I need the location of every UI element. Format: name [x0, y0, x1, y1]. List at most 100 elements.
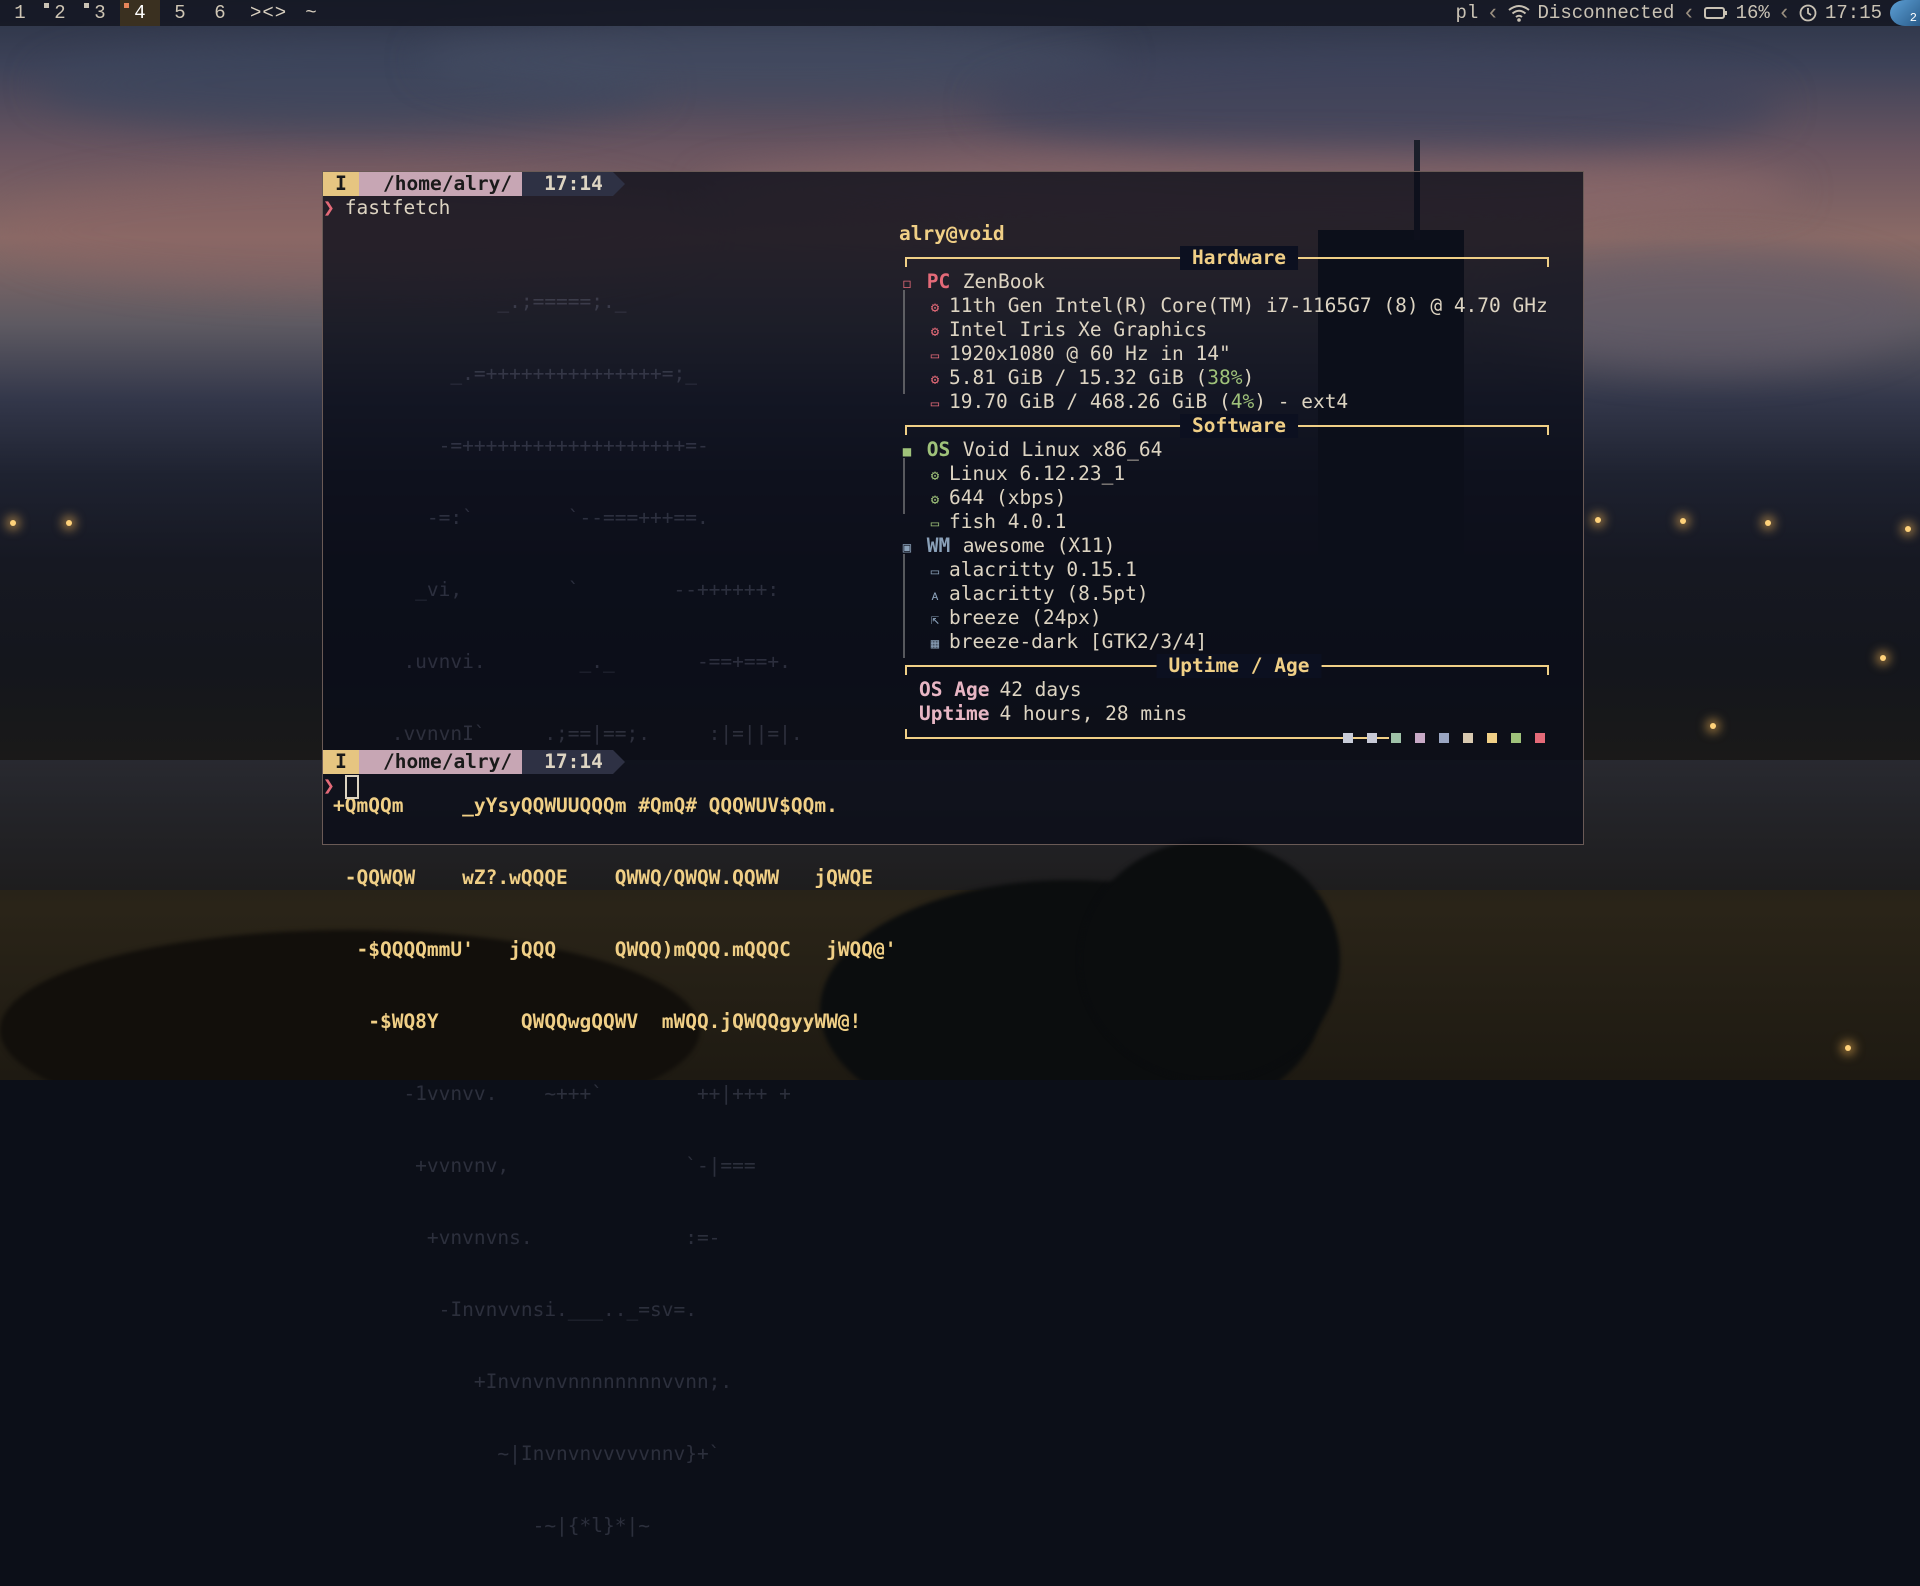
section-header-software: Software [899, 414, 1579, 438]
terminal-window[interactable]: I /home/alry/ 17:14 ❯ fastfetch _.;=====;… [322, 171, 1584, 1537]
avatar-badge: 2 [1909, 11, 1917, 25]
battery-widget[interactable]: 16% [1703, 2, 1770, 24]
kernel-icon: ⚙ [930, 468, 940, 484]
tag-1[interactable]: 1 [0, 0, 40, 26]
section-header-hardware: Hardware [899, 246, 1579, 270]
prompt-directory: /home/alry/ [359, 750, 535, 774]
software-group: ■ OS Void Linux x86_64 ⚙ Linux 6.12.23_1 ⚙… [899, 438, 1579, 534]
palette-swatch [1415, 733, 1425, 743]
cpu-value: 11th Gen Intel(R) Core(TM) i7-1165G7 (8)… [949, 294, 1548, 317]
wm-group: ▣ WM awesome (X11) ▭ alacritty 0.15.1 ᴀ ala… [899, 534, 1579, 658]
separator-chevron: ‹ [1486, 0, 1500, 26]
vi-mode-indicator: I [323, 172, 371, 196]
pc-value: ZenBook [962, 270, 1045, 293]
ascii-line: +Invnvnvnnnnnnnnvvnn;. [333, 1370, 733, 1393]
separator-chevron: ‹ [1682, 0, 1696, 26]
ascii-line: -=:` `--===+++==. [333, 506, 709, 529]
wm-key: WM [926, 534, 951, 557]
battery-percent: 16% [1735, 2, 1770, 24]
display-icon: ▭ [930, 348, 940, 364]
hardware-group: ◻ PC ZenBook ⚙ 11th Gen Intel(R) Core(TM) … [899, 270, 1579, 414]
ascii-line: -Invnvvnsi.___.._=sv=. [333, 1298, 697, 1321]
prompt-bar: I /home/alry/ 17:14 [323, 172, 625, 196]
window-icon: ▣ [902, 540, 912, 556]
prompt-time: 17:14 [522, 750, 625, 774]
cursor-value: breeze (24px) [949, 606, 1102, 629]
font-value: alacritty (8.5pt) [949, 582, 1149, 605]
disk-suffix: ) - ext4 [1254, 390, 1349, 413]
disk-icon: ▭ [930, 396, 940, 412]
prompt-time: 17:14 [522, 172, 625, 196]
os-age-row: OS Age 42 days [899, 678, 1579, 702]
section-title: Uptime / Age [1156, 654, 1322, 678]
palette-row [899, 726, 1579, 750]
ascii-line: _.;=====;._ [333, 290, 627, 313]
tag-2[interactable]: 2 [40, 0, 80, 26]
software-item: ⚙ Linux 6.12.23_1 [899, 462, 1579, 486]
wm-item: ᴀ alacritty (8.5pt) [899, 582, 1579, 606]
vi-mode-indicator: I [323, 750, 371, 774]
command-line[interactable]: ❯ [323, 774, 359, 799]
wm-item: ▭ alacritty 0.15.1 [899, 558, 1579, 582]
ascii-line: -~|{*l}*|~ [333, 1514, 650, 1537]
palette-swatch [1439, 733, 1449, 743]
keyboard-layout[interactable]: pl [1456, 2, 1479, 24]
hardware-item: ▭ 19.70 GiB / 468.26 GiB (4%) - ext4 [899, 390, 1579, 414]
ascii-line: ~|Invnvnvvvvvnnv}+` [333, 1442, 721, 1465]
palette-swatch [1391, 733, 1401, 743]
os-value: Void Linux x86_64 [962, 438, 1163, 461]
disk-percent: 4% [1230, 390, 1255, 413]
memory-percent: 38% [1207, 366, 1243, 389]
pc-key: PC [926, 270, 951, 293]
ascii-line: .uvnvi. _._ -==+==+. [333, 650, 791, 673]
prompt-arrow-icon: ❯ [323, 196, 335, 219]
ascii-line: _vi, ` --++++++: [333, 578, 780, 601]
tag-occupied-indicator [84, 3, 89, 8]
tag-6[interactable]: 6 [200, 0, 240, 26]
prompt-bar: I /home/alry/ 17:14 [323, 750, 625, 774]
kernel-value: Linux 6.12.23_1 [949, 462, 1126, 485]
palette-swatch [1463, 733, 1473, 743]
uptime-value: 4 hours, 28 mins [999, 702, 1188, 725]
shell-icon: ▭ [930, 516, 940, 532]
palette-swatch [1343, 733, 1353, 743]
separator-chevron: ‹ [1777, 0, 1791, 26]
palette-swatch [1367, 733, 1377, 743]
os-row: ■ OS Void Linux x86_64 [899, 438, 1579, 462]
os-age-value: 42 days [999, 678, 1082, 701]
command-text: fastfetch [344, 196, 451, 219]
font-icon: ᴀ [930, 588, 940, 604]
prompt-arrow-icon: ❯ [323, 774, 335, 797]
user-avatar[interactable]: 2 [1890, 0, 1920, 26]
ascii-line: -$QQQQmmU' jQQQ QWQQ)mQQQ.mQQQC jWQQ@' [333, 938, 897, 961]
tag-3[interactable]: 3 [80, 0, 120, 26]
os-icon: ■ [902, 444, 912, 460]
clock-time: 17:15 [1824, 2, 1882, 24]
ascii-line: +vvnvnv, `-|=== [333, 1154, 756, 1177]
battery-icon [1703, 7, 1727, 19]
tilde-label: ~ [305, 2, 318, 24]
ascii-line: -1vvnvv. ~+++` ++|+++ + [333, 1082, 791, 1105]
tag-4[interactable]: 4 [120, 0, 160, 26]
fastfetch-output: alry@void Hardware ◻ PC ZenBook ⚙ 11th Gen… [899, 222, 1579, 750]
prompt-directory: /home/alry/ [359, 172, 535, 196]
ascii-line: +vnvnvns. :=- [333, 1226, 721, 1249]
memory-value: 5.81 GiB / 15.32 GiB ( [949, 366, 1208, 389]
packages-value: 644 (xbps) [949, 486, 1067, 509]
network-widget[interactable]: Disconnected [1507, 2, 1674, 24]
uptime-key: Uptime [919, 702, 990, 725]
os-key: OS [926, 438, 951, 461]
layout-indicator[interactable]: ><> [250, 2, 287, 24]
tag-5[interactable]: 5 [160, 0, 200, 26]
display-value: 1920x1080 @ 60 Hz in 14" [949, 342, 1231, 365]
software-item: ▭ fish 4.0.1 [899, 510, 1579, 534]
system-tray: pl ‹ Disconnected ‹ 16% ‹ 17:15 2 [1456, 0, 1920, 26]
ascii-line: -QQWQW wZ?.wQQQE QWWQ/QWQW.QQWW jQWQE [333, 866, 874, 889]
shell-value: fish 4.0.1 [949, 510, 1067, 533]
cpu-icon: ⚙ [930, 300, 940, 316]
clock-widget[interactable]: 17:15 [1799, 2, 1882, 24]
memory-suffix: ) [1242, 366, 1255, 389]
disk-value: 19.70 GiB / 468.26 GiB ( [949, 390, 1231, 413]
wifi-icon [1507, 5, 1530, 22]
pc-row: ◻ PC ZenBook [899, 270, 1579, 294]
